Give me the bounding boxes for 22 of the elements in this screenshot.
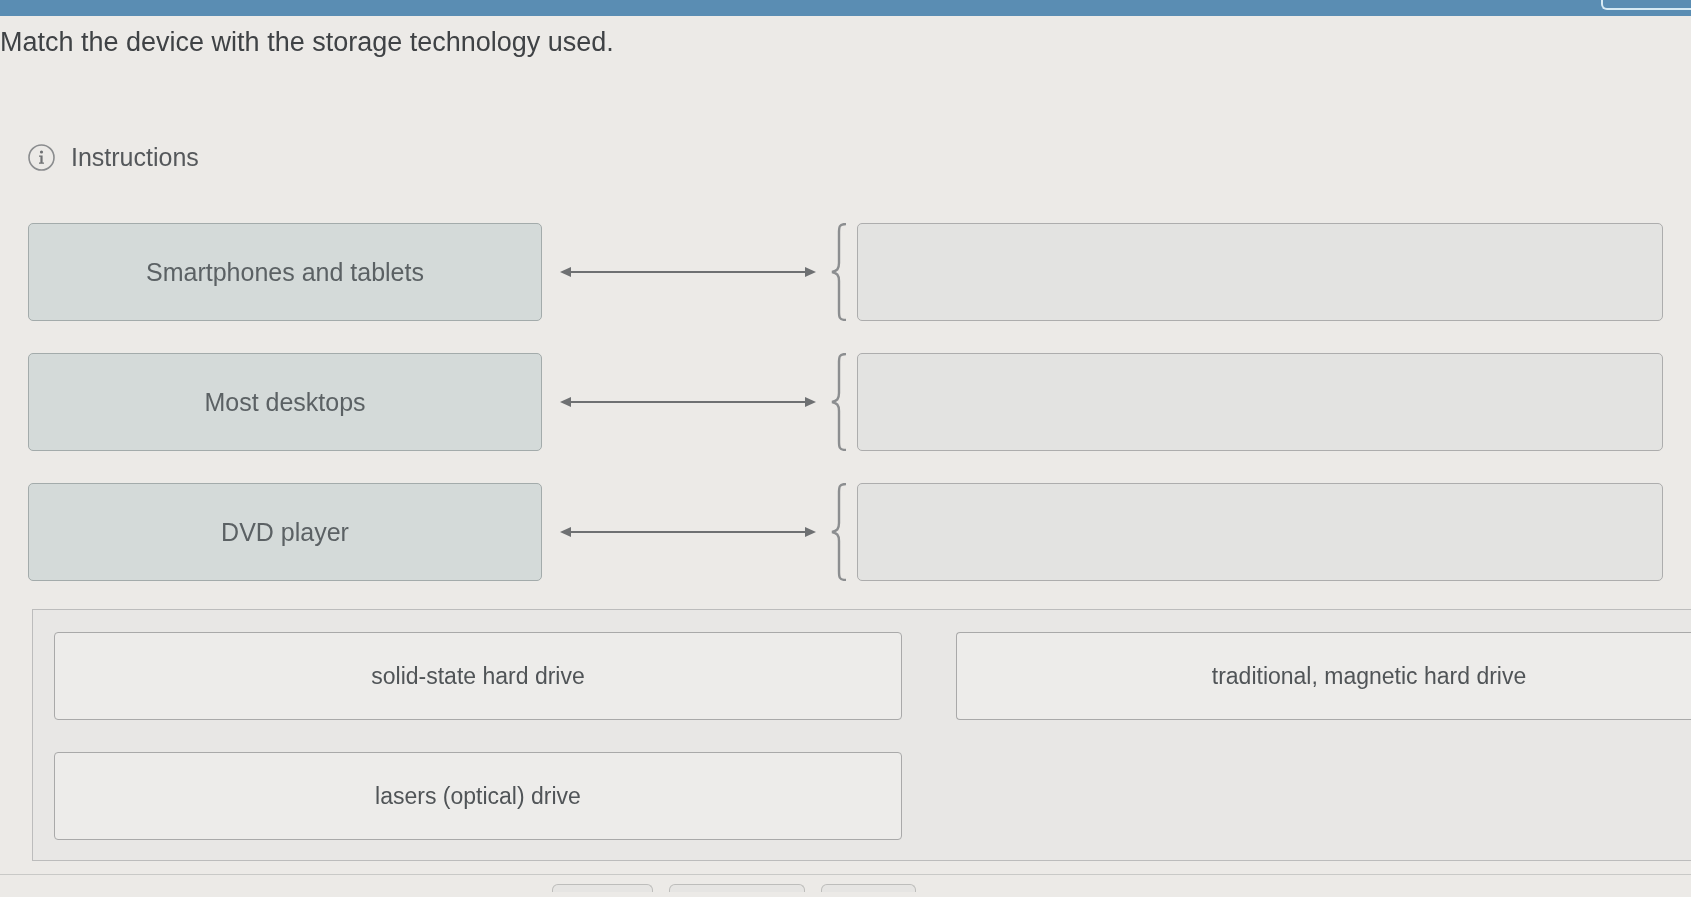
instructions-link[interactable]: Instructions	[71, 142, 199, 172]
answer-drop-zone[interactable]	[857, 483, 1663, 581]
info-icon	[28, 143, 55, 171]
answer-option[interactable]: traditional, magnetic hard drive	[956, 632, 1691, 720]
answer-option[interactable]: solid-state hard drive	[54, 632, 902, 720]
footer-button[interactable]	[821, 884, 916, 892]
prompt-card: Smartphones and tablets	[28, 223, 542, 321]
double-arrow-icon	[560, 395, 816, 409]
brace-icon	[830, 353, 848, 451]
double-arrow-icon	[560, 265, 816, 279]
double-arrow-icon	[560, 525, 816, 539]
header-button[interactable]	[1601, 0, 1691, 10]
prompt-card: Most desktops	[28, 353, 542, 451]
answer-drop-zone[interactable]	[857, 223, 1663, 321]
question-text: Match the device with the storage technology used.	[0, 26, 614, 58]
answer-drop-zone[interactable]	[857, 353, 1663, 451]
footer-button[interactable]	[552, 884, 653, 892]
brace-icon	[830, 223, 848, 321]
prompt-card: DVD player	[28, 483, 542, 581]
answer-option[interactable]: lasers (optical) drive	[54, 752, 902, 840]
brace-icon	[830, 483, 848, 581]
footer-button[interactable]	[669, 884, 805, 892]
